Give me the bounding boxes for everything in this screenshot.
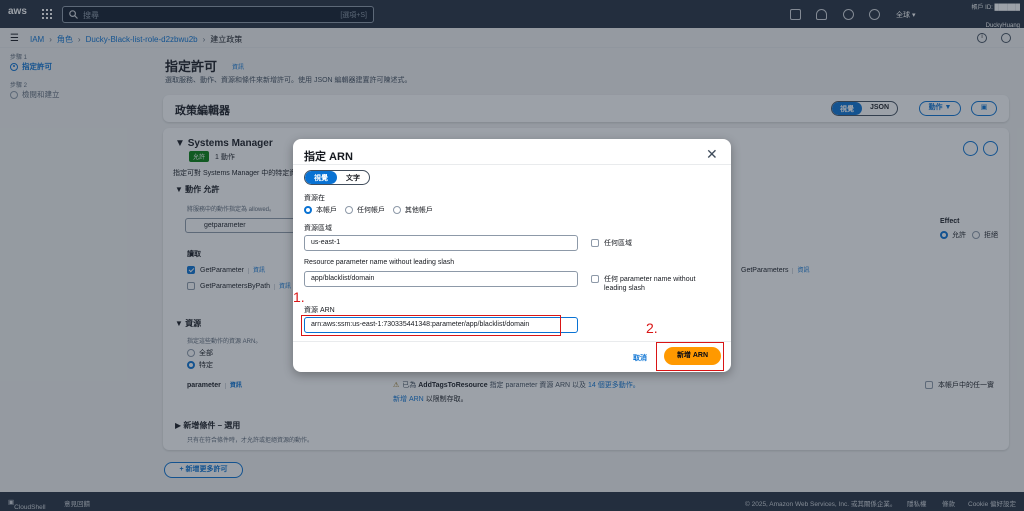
arn-label: 資源 ARN <box>304 307 335 314</box>
divider <box>293 164 731 165</box>
any-region-checkbox[interactable] <box>591 239 599 248</box>
account-options: 本帳戶 任何帳戶 其他帳戶 <box>304 205 433 215</box>
resource-in-label: 資源在 <box>304 195 325 202</box>
annotation-label-2: 2. <box>646 320 658 336</box>
cancel-button[interactable]: 取消 <box>633 353 647 363</box>
other-account-radio[interactable] <box>392 206 401 215</box>
annotation-label-1: 1. <box>293 289 305 305</box>
any-param-name[interactable]: 任何 parameter name without <box>591 274 695 284</box>
close-icon[interactable]: ✕ <box>706 146 718 163</box>
any-account-radio[interactable] <box>344 206 353 215</box>
any-region[interactable]: 任何區域 <box>591 238 632 248</box>
param-name-input[interactable]: app/blacklist/domain <box>304 271 578 287</box>
annotation-box-1 <box>301 315 561 336</box>
arn-mode-toggle: 視覺 文字 <box>304 170 370 185</box>
any-param-checkbox[interactable] <box>591 275 599 284</box>
region-input[interactable]: us-east-1 <box>304 235 578 251</box>
arn-mode-text[interactable]: 文字 <box>337 171 369 184</box>
param-name-label: Resource parameter name without leading … <box>304 259 455 266</box>
arn-mode-visual[interactable]: 視覺 <box>305 171 337 184</box>
dialog-title: 指定 ARN <box>304 151 353 163</box>
region-label: 資源區域 <box>304 225 332 232</box>
annotation-box-2 <box>656 342 724 371</box>
any-param-name-line2: leading slash <box>604 285 645 292</box>
specify-arn-dialog: 指定 ARN ✕ 視覺 文字 資源在 本帳戶 任何帳戶 其他帳戶 資源區域 us… <box>293 139 731 372</box>
this-account-radio[interactable] <box>304 206 312 215</box>
